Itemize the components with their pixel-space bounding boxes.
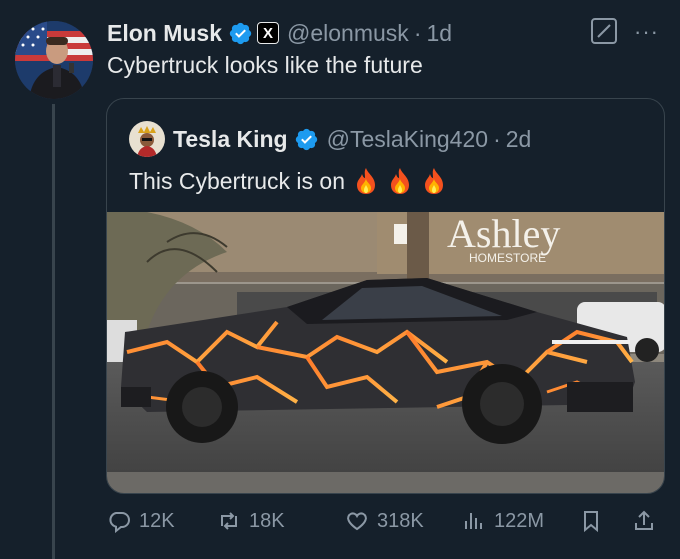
tweet-actions: 12K 18K 318K 122M	[107, 503, 667, 543]
verified-icon	[229, 22, 252, 44]
author-name[interactable]: Elon Musk	[107, 20, 222, 47]
views-count: 122M	[494, 509, 545, 532]
views-icon	[465, 513, 482, 529]
like-button[interactable]: 318K	[345, 509, 424, 533]
views-button[interactable]: 122M	[462, 509, 544, 533]
quote-author-avatar[interactable]	[129, 121, 165, 157]
like-icon	[347, 512, 367, 531]
quote-header: Tesla King @TeslaKing420 · 2d	[173, 121, 531, 157]
grok-icon[interactable]	[591, 18, 617, 44]
repost-button[interactable]: 18K	[217, 509, 285, 533]
reply-button[interactable]: 12K	[107, 509, 175, 533]
fire-icon	[391, 168, 410, 194]
store-sub: HOMESTORE	[469, 251, 546, 265]
share-icon	[635, 510, 653, 530]
more-icon[interactable]: ···	[634, 19, 659, 45]
like-count: 318K	[377, 509, 424, 532]
verified-icon	[295, 128, 317, 150]
thread-line	[52, 104, 55, 559]
bookmark-button[interactable]	[579, 509, 611, 533]
quote-author-name[interactable]: Tesla King	[173, 126, 288, 153]
reply-icon	[109, 512, 130, 533]
tweet-time[interactable]: 1d	[426, 20, 452, 47]
repost-count: 18K	[249, 509, 285, 532]
author-handle[interactable]: @elonmusk	[287, 20, 409, 47]
reply-count: 12K	[139, 509, 175, 532]
author-avatar[interactable]	[15, 21, 93, 99]
quote-time[interactable]: 2d	[506, 126, 532, 153]
tweet-text: Cybertruck looks like the future	[107, 52, 423, 78]
store-sign: Ashley	[447, 212, 560, 256]
tweet-header: Elon Musk X @elonmusk · 1d	[107, 16, 452, 50]
x-badge-icon: X	[257, 22, 280, 44]
quoted-tweet[interactable]: Tesla King @TeslaKing420 · 2d This Cyber…	[106, 98, 665, 494]
separator-dot: ·	[493, 125, 501, 152]
repost-icon	[221, 512, 237, 530]
share-button[interactable]	[632, 509, 664, 533]
quote-photo[interactable]: Ashley HOMESTORE	[107, 212, 665, 494]
quote-text: This Cybertruck is on	[129, 167, 346, 194]
quote-author-handle[interactable]: @TeslaKing420	[327, 126, 488, 153]
fire-icon	[357, 168, 376, 194]
fire-icon	[425, 168, 444, 194]
quote-text-row: This Cybertruck is on	[129, 167, 447, 195]
separator-dot: ·	[413, 19, 422, 46]
bookmark-icon	[584, 511, 598, 533]
